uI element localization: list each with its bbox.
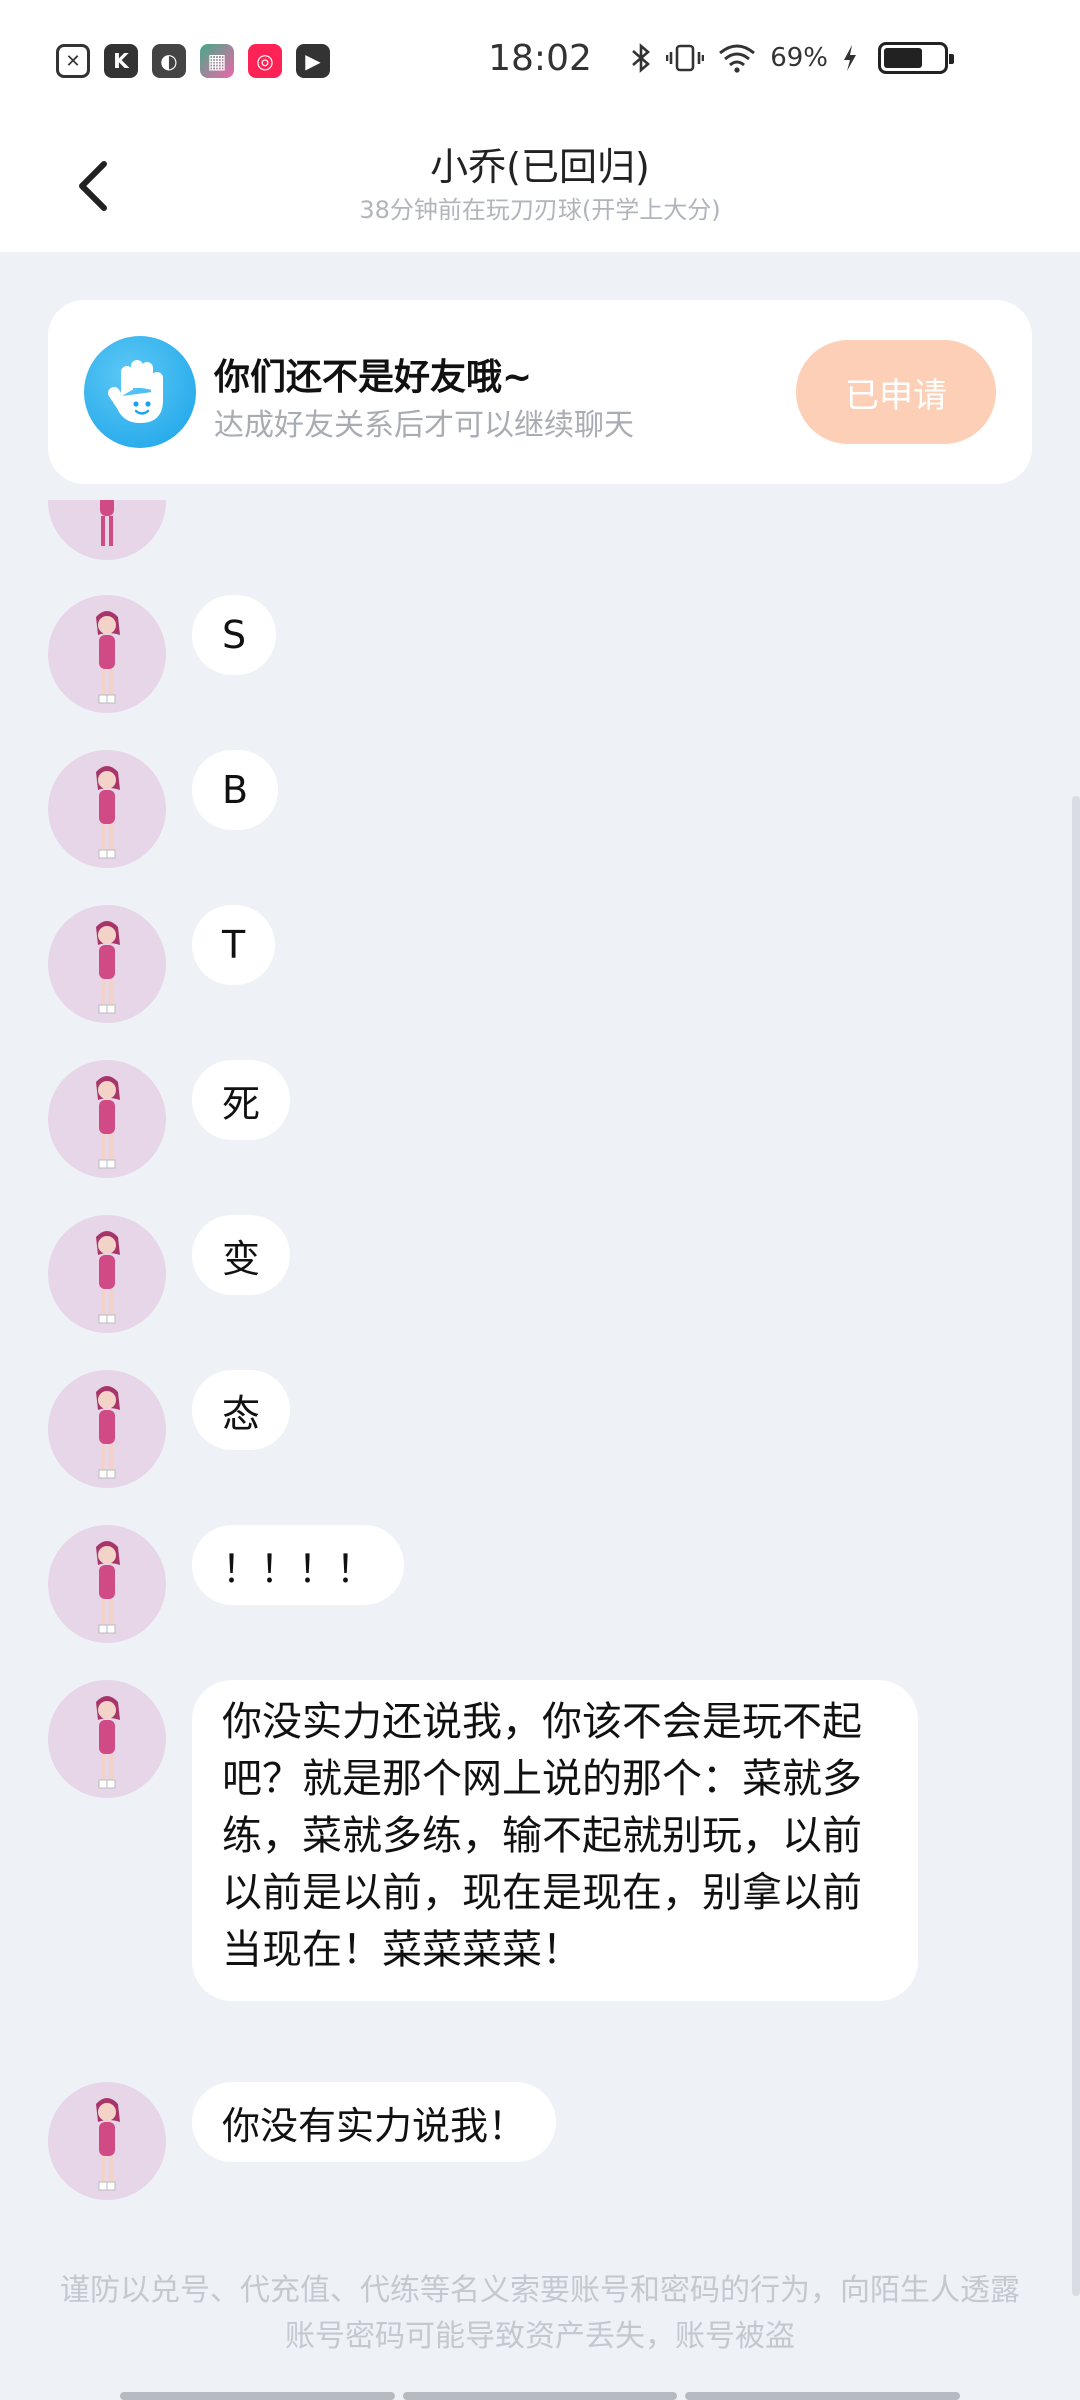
sender-avatar[interactable]	[48, 1525, 166, 1643]
message-bubble[interactable]: 死	[192, 1060, 291, 1140]
indicator-segment	[120, 2392, 395, 2400]
scrollbar[interactable]	[1072, 796, 1080, 2296]
not-friends-title: 你们还不是好友哦~	[214, 357, 533, 398]
friend-request-card: 你们还不是好友哦~ 达成好友关系后才可以继续聊天 已申请	[48, 300, 1032, 484]
indicator-segment	[402, 2392, 678, 2400]
message-bubble[interactable]: 你没有实力说我！	[192, 2082, 557, 2162]
sender-avatar[interactable]	[48, 1370, 166, 1488]
sender-avatar[interactable]	[48, 2082, 166, 2200]
bluetooth-icon	[632, 43, 651, 73]
sender-avatar[interactable]	[48, 750, 166, 868]
sender-avatar[interactable]	[48, 905, 166, 1023]
battery-icon	[878, 42, 954, 74]
message-list[interactable]: S B T 死 变 态 ！！！！ 你没实力还说我，你该不会是玩不起吧？就是那个网…	[0, 500, 1080, 2220]
safety-warning: 谨防以兑号、代充值、代练等名义索要账号和密码的行为，向陌生人透露账号密码可能导致…	[60, 2273, 1020, 2354]
wifi-icon	[719, 44, 756, 73]
message-bubble[interactable]: B	[192, 750, 279, 830]
message-bubble[interactable]: S	[192, 595, 277, 675]
message-bubble[interactable]: 态	[192, 1370, 291, 1450]
message-bubble[interactable]: T	[192, 905, 276, 985]
contact-activity-status: 38分钟前在玩刀刃球(开学上大分)	[359, 196, 721, 224]
message-bubble[interactable]: ！！！！	[192, 1525, 405, 1605]
status-indicators: 69%	[630, 42, 954, 74]
indicator-segment	[685, 2392, 961, 2400]
sender-avatar[interactable]	[48, 500, 166, 560]
status-bar: ✕ K ◐ ▦ ◎ ▶ 18:02 69%	[0, 0, 1080, 120]
charging-icon	[844, 45, 856, 71]
contact-name[interactable]: 小乔(已回归)	[0, 136, 1080, 191]
sender-avatar[interactable]	[48, 595, 166, 713]
friend-request-applied-button[interactable]: 已申请	[796, 340, 996, 444]
wave-hand-icon	[84, 336, 196, 448]
chat-header: 小乔(已回归) 38分钟前在玩刀刃球(开学上大分)	[0, 120, 1080, 252]
bottom-indicator	[120, 2392, 961, 2400]
sender-avatar[interactable]	[48, 1060, 166, 1178]
not-friends-subtitle: 达成好友关系后才可以继续聊天	[214, 408, 634, 443]
sender-avatar[interactable]	[48, 1215, 166, 1333]
message-bubble[interactable]: 你没实力还说我，你该不会是玩不起吧？就是那个网上说的那个：菜就多练，菜就多练，输…	[192, 1680, 918, 2001]
vibrate-icon	[666, 44, 705, 72]
sender-avatar[interactable]	[48, 1680, 166, 1798]
battery-level	[884, 48, 923, 68]
battery-percent: 69%	[770, 43, 828, 73]
message-bubble[interactable]: 变	[192, 1215, 291, 1295]
